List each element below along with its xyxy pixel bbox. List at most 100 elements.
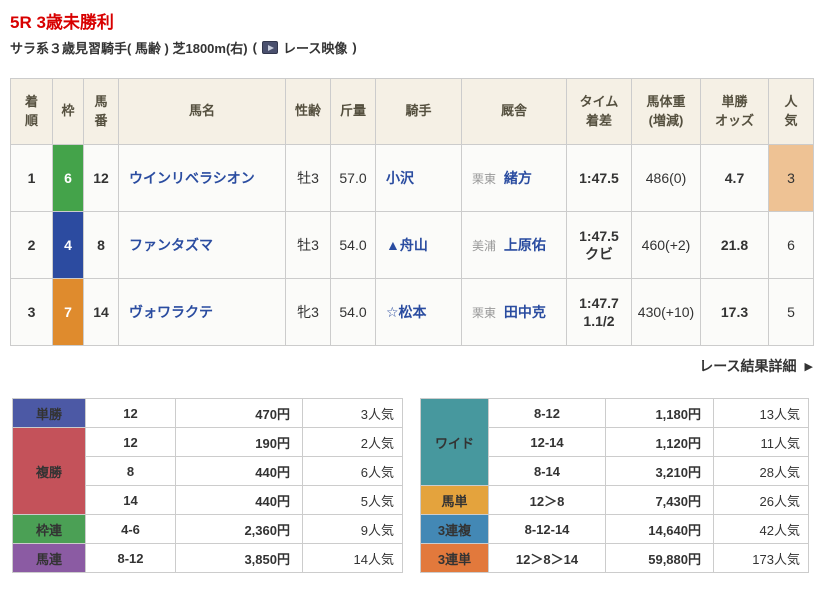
payout-amount: 1,180円 [605,398,714,428]
payout-row: 複勝 12 190円 2人気 [12,427,403,515]
col-header-weight: 斤量 [330,78,376,145]
jockey-cell: ▲舟山 [375,211,462,279]
col-header-jockey: 騎手 [375,78,462,145]
col-header-favorite: 人 気 [768,78,814,145]
jockey-link[interactable]: ▲舟山 [386,237,428,253]
time-margin-cell: 1:47.7 1.1/2 [566,278,632,346]
body-weight-cell: 486(0) [631,144,701,212]
payout-type-win: 単勝 [12,398,86,428]
payout-popularity: 2人気 [302,427,403,457]
payout-type-exacta: 馬単 [420,485,489,515]
race-details-label: レース結果詳細 [699,358,797,374]
payout-selection: 12＞8＞14 [488,543,606,573]
win-odds-cell: 21.8 [700,211,769,279]
race-conditions: サラ系３歳見習騎手( 馬齢 ) 芝1800m(右) [10,41,248,56]
race-results-table: 着 順 枠 馬 番 馬名 性齢 斤量 騎手 厩舎 タイム 着差 馬体重 (増減)… [10,78,814,346]
paren-open: ( [252,40,257,55]
payout-selection: 8-12 [85,543,176,573]
margin-value: クビ [585,246,613,262]
margin-value: 1.1/2 [583,313,615,329]
payout-row: ワイド 8-12 1,180円 13人気 [420,398,809,486]
horse-number-cell: 12 [83,144,119,212]
trainer-link[interactable]: 上原佑 [504,237,546,253]
stable-region: 美浦 [472,239,497,253]
payout-selection: 12 [85,398,176,428]
finish-cell: 3 [10,278,53,346]
payout-table-right: ワイド 8-12 1,180円 13人気 12-14 1,120円 11人気 8… [420,398,809,573]
col-header-frame: 枠 [52,78,84,145]
payout-selection: 14 [85,485,176,515]
finish-cell: 1 [10,144,53,212]
col-header-body-weight: 馬体重 (増減) [631,78,701,145]
payout-popularity: 26人気 [713,485,809,515]
race-details-link[interactable]: レース結果詳細 ▶ [699,356,813,376]
payout-row: 枠連 4-6 2,360円 9人気 [12,514,403,544]
payout-selection: 12-14 [488,427,606,457]
jockey-cell: ☆松本 [375,278,462,346]
col-header-win-odds: 単勝 オッズ [700,78,769,145]
payout-row: 単勝 12 470円 3人気 [12,398,403,428]
frame-cell: 7 [52,278,84,346]
payout-amount: 59,880円 [605,543,714,573]
payout-popularity: 28人気 [713,456,809,486]
favorite-cell: 5 [768,278,814,346]
payout-row: 馬単 12＞8 7,430円 26人気 [420,485,809,515]
jockey-link[interactable]: 小沢 [386,170,414,186]
col-header-finish: 着 順 [10,78,53,145]
stable-region: 栗東 [472,306,497,320]
trainer-link[interactable]: 緒方 [504,170,532,186]
payout-amount: 190円 [175,427,303,457]
stable-cell: 栗東 緒方 [461,144,567,212]
race-video-link[interactable]: レース映像 [283,38,347,57]
payout-popularity: 173人気 [713,543,809,573]
time-margin-cell: 1:47.5 [566,144,632,212]
payout-type-quinella: 馬連 [12,543,86,573]
col-header-time-margin: タイム 着差 [566,78,632,145]
stable-cell: 栗東 田中克 [461,278,567,346]
payout-popularity: 14人気 [302,543,403,573]
weight-cell: 54.0 [330,278,376,346]
trainer-link[interactable]: 田中克 [504,304,546,320]
horse-name-cell: ファンタズマ [118,211,286,279]
video-icon [261,41,278,54]
frame-cell: 6 [52,144,84,212]
payout-amount: 14,640円 [605,514,714,544]
payout-type-trio: 3連複 [420,514,489,544]
horse-number-cell: 8 [83,211,119,279]
payout-popularity: 3人気 [302,398,403,428]
jockey-link[interactable]: ☆松本 [386,304,427,320]
payout-type-trifecta: 3連単 [420,543,489,573]
time-margin-cell: 1:47.5 クビ [566,211,632,279]
payout-amount: 7,430円 [605,485,714,515]
sex-age-cell: 牡3 [285,144,331,212]
col-header-stable: 厩舎 [461,78,567,145]
payout-selection: 8 [85,456,176,486]
payout-popularity: 13人気 [713,398,809,428]
payout-popularity: 11人気 [713,427,809,457]
weight-cell: 54.0 [330,211,376,279]
stable-cell: 美浦 上原佑 [461,211,567,279]
payout-popularity: 42人気 [713,514,809,544]
favorite-cell: 6 [768,211,814,279]
payout-table-left: 単勝 12 470円 3人気 複勝 12 190円 2人気 8 440円 6人気… [12,398,403,573]
payout-row: 3連複 8-12-14 14,640円 42人気 [420,514,809,544]
payout-amount: 3,210円 [605,456,714,486]
horse-name-link[interactable]: ファンタズマ [129,237,213,253]
win-odds-cell: 17.3 [700,278,769,346]
horse-name-link[interactable]: ウインリベラシオン [129,170,255,186]
paren-close: ) [352,40,357,55]
payout-row: 馬連 8-12 3,850円 14人気 [12,543,403,573]
favorite-cell: 3 [768,144,814,212]
race-conditions-bar: サラ系３歳見習騎手( 馬齢 ) 芝1800m(右) ( レース映像 ) [10,38,357,57]
jockey-cell: 小沢 [375,144,462,212]
sex-age-cell: 牝3 [285,278,331,346]
payout-selection: 8-14 [488,456,606,486]
arrow-right-icon: ▶ [804,360,813,373]
finish-cell: 2 [10,211,53,279]
horse-name-cell: ウインリベラシオン [118,144,286,212]
horse-name-link[interactable]: ヴォワラクテ [129,304,213,320]
payout-type-wide: ワイド [420,398,489,486]
payout-selection: 8-12-14 [488,514,606,544]
weight-cell: 57.0 [330,144,376,212]
payout-selection: 12＞8 [488,485,606,515]
